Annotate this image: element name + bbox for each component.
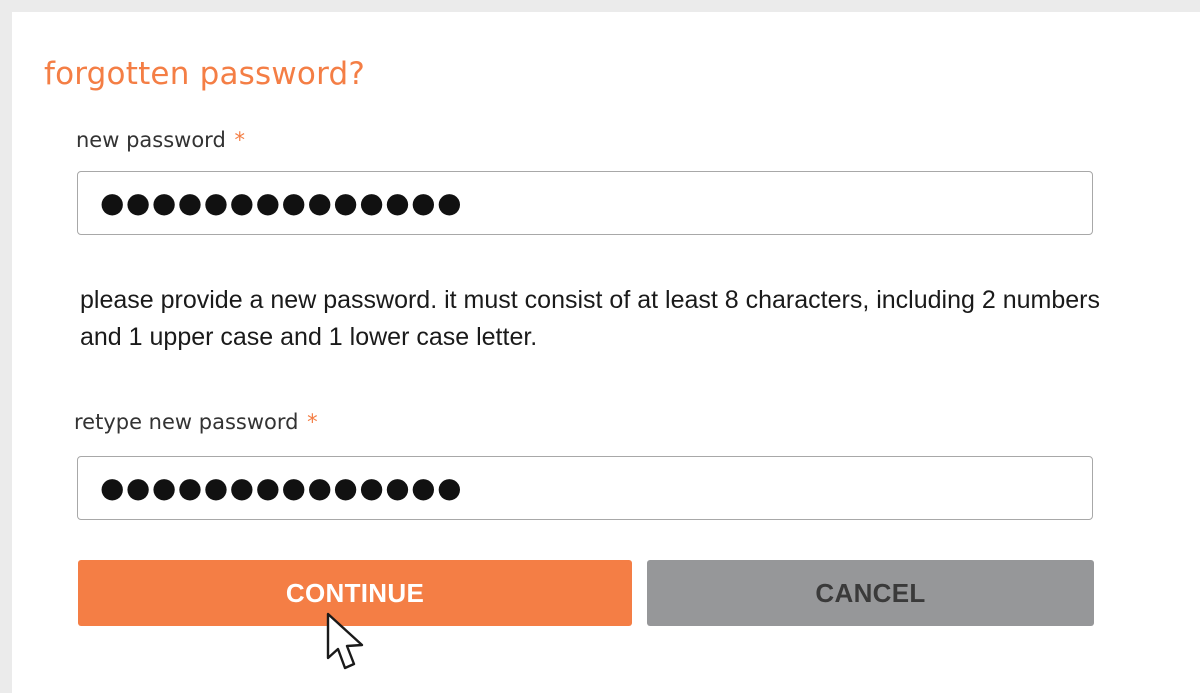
new-password-label: new password * <box>76 126 245 154</box>
retype-password-label-text: retype new password <box>74 410 299 434</box>
new-password-masked-value: ●●●●●●●●●●●●●● <box>100 186 464 219</box>
continue-button[interactable]: CONTINUE <box>78 560 632 626</box>
cancel-button[interactable]: CANCEL <box>647 560 1094 626</box>
retype-password-input[interactable]: ●●●●●●●●●●●●●● <box>77 456 1093 520</box>
new-password-input[interactable]: ●●●●●●●●●●●●●● <box>77 171 1093 235</box>
new-password-label-text: new password <box>76 128 226 152</box>
retype-password-label: retype new password * <box>74 408 318 436</box>
required-marker: * <box>234 128 245 152</box>
password-requirements-hint: please provide a new password. it must c… <box>80 286 1100 351</box>
retype-password-masked-value: ●●●●●●●●●●●●●● <box>100 471 464 504</box>
page-title: forgotten password? <box>44 56 366 92</box>
required-marker: * <box>307 410 318 434</box>
